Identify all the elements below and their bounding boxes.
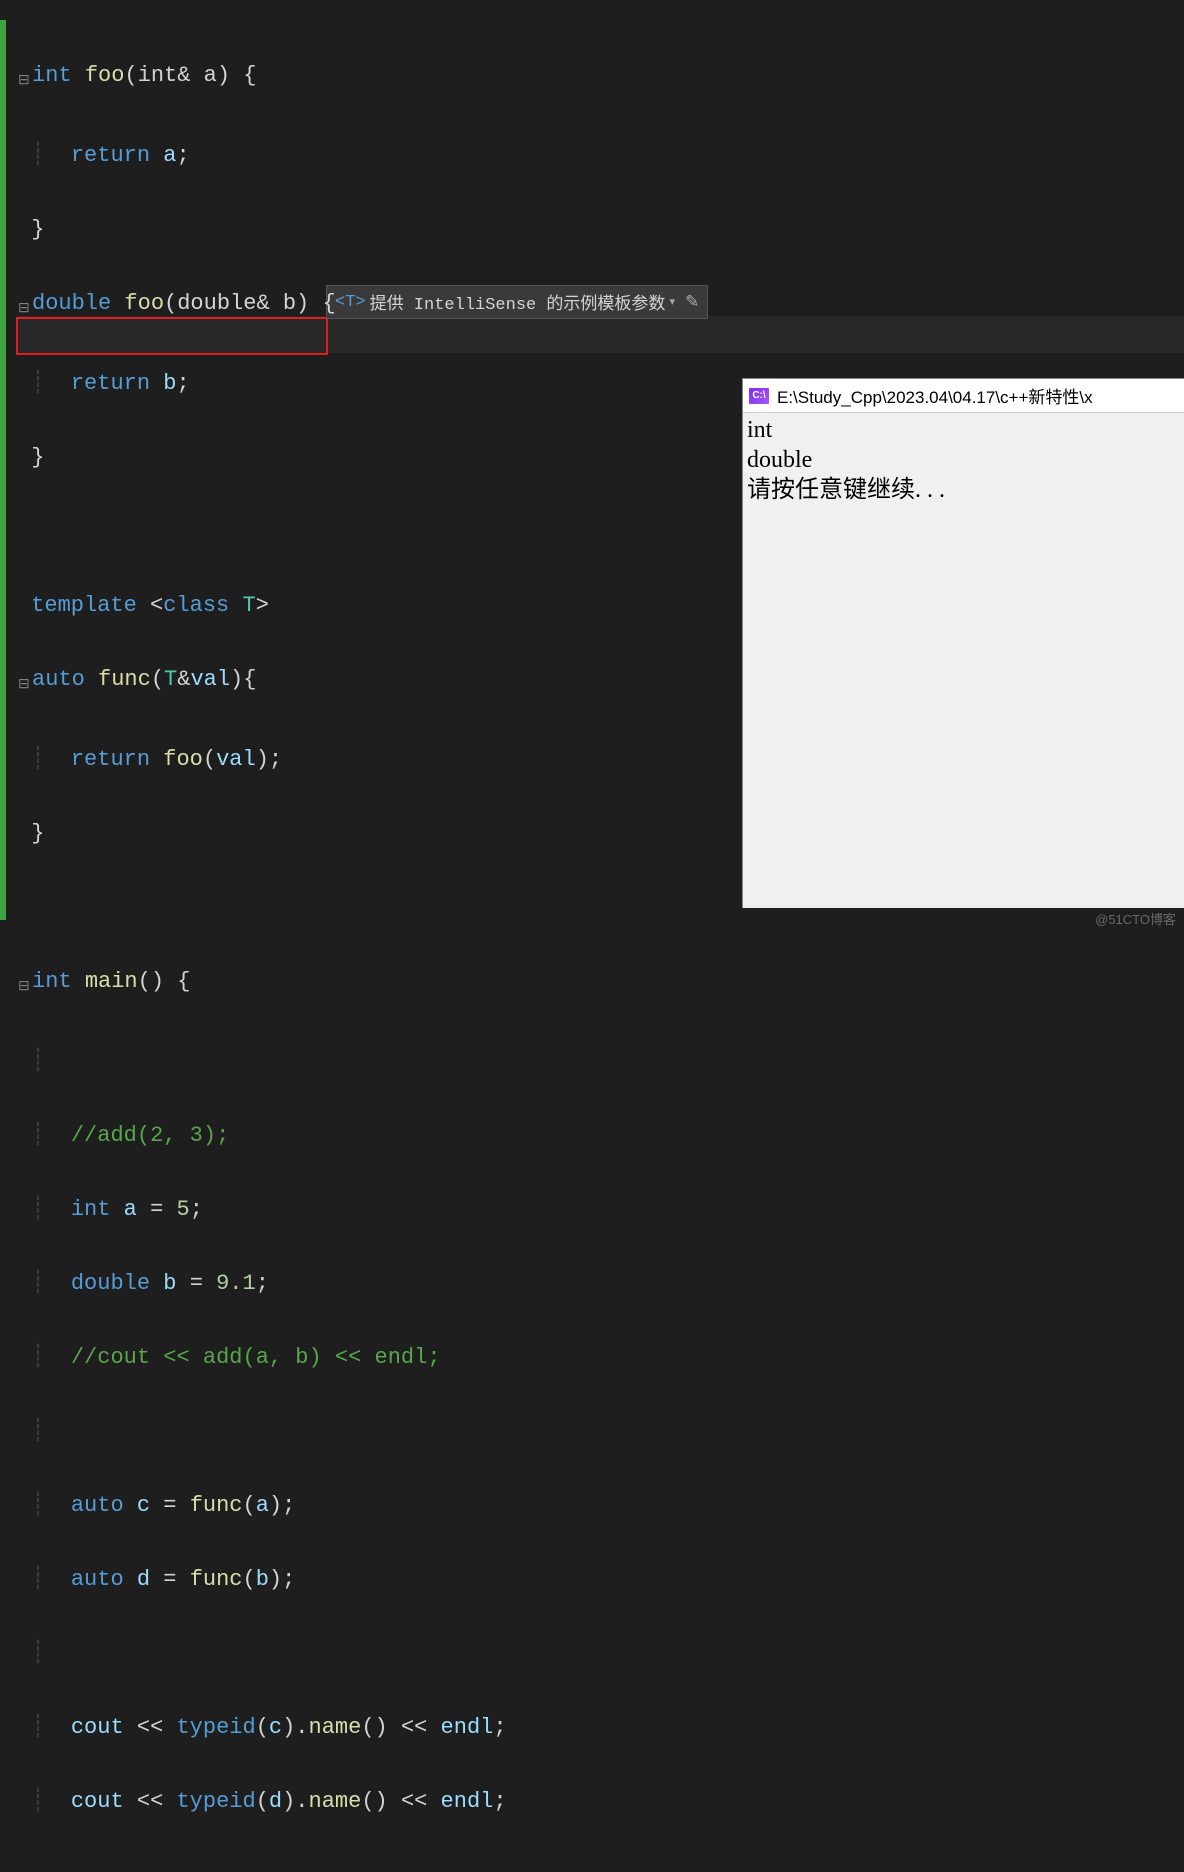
- console-titlebar[interactable]: C:\ E:\Study_Cpp\2023.04\04.17\c++新特性\x: [743, 379, 1184, 413]
- fold-icon[interactable]: ⊟: [18, 291, 32, 328]
- console-line: 请按任意键继续. . .: [747, 475, 1180, 505]
- console-title-text: E:\Study_Cpp\2023.04\04.17\c++新特性\x: [777, 383, 1093, 408]
- watermark: @51CTO博客: [1095, 909, 1176, 928]
- fold-icon[interactable]: ⊟: [18, 63, 32, 100]
- pencil-icon[interactable]: ✎: [685, 292, 699, 313]
- console-window[interactable]: C:\ E:\Study_Cpp\2023.04\04.17\c++新特性\x …: [742, 378, 1184, 908]
- console-line: int: [747, 415, 1180, 445]
- console-icon: C:\: [749, 388, 769, 404]
- fold-icon[interactable]: ⊟: [18, 969, 32, 1006]
- console-output: int double 请按任意键继续. . .: [743, 413, 1184, 507]
- console-line: double: [747, 445, 1180, 475]
- fold-icon[interactable]: ⊟: [18, 667, 32, 704]
- code-text[interactable]: ⊟int foo(int& a) { ┊ return a; } ⊟double…: [18, 20, 507, 1872]
- dropdown-arrow-icon[interactable]: ▾: [669, 295, 675, 309]
- git-changes-bar: [0, 20, 6, 920]
